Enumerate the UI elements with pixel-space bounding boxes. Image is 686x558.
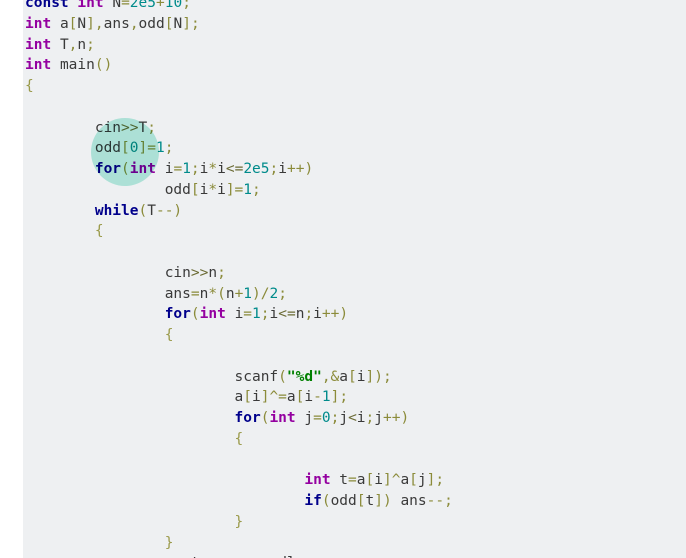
code-line: for(int j=0;j<i;j++) xyxy=(234,410,410,426)
code-line: odd[0]=1; xyxy=(94,140,174,157)
code-line: cout<<ans<<endl; xyxy=(23,553,686,558)
code-line: } xyxy=(164,534,174,551)
code-line: int t=a[i]^a[j]; xyxy=(304,472,445,489)
code-line: const int N=2e5+10; xyxy=(25,0,191,11)
code-line: for(int i=1;i<=n;i++) xyxy=(164,306,349,323)
code-line: { xyxy=(94,223,104,240)
code-line: int T,n; xyxy=(25,36,95,53)
code-line: { xyxy=(25,78,34,94)
code-line: if(odd[t]) ans--; xyxy=(304,493,453,509)
code-line: { xyxy=(234,430,244,447)
code-line: a[i]^=a[i-1]; xyxy=(234,389,349,406)
code-line: int a[N],ans,odd[N]; xyxy=(25,15,200,32)
code-line: cin>>n; xyxy=(164,264,226,281)
code-line: cin>>T; xyxy=(94,119,156,136)
code-line: } xyxy=(234,513,244,530)
code-line: while(T--) xyxy=(94,202,183,219)
code-line: ans=n*(n+1)/2; xyxy=(164,285,287,302)
code-screenshot: const int N=2e5+10; int a[N],ans,odd[N]; i… xyxy=(0,0,686,558)
source-code-block[interactable]: const int N=2e5+10; int a[N],ans,odd[N]; i… xyxy=(23,0,686,558)
code-editor-surface[interactable]: const int N=2e5+10; int a[N],ans,odd[N]; i… xyxy=(23,0,686,558)
code-line: odd[i*i]=1; xyxy=(164,181,261,198)
code-line: { xyxy=(164,327,174,343)
code-line: int main() xyxy=(25,57,113,74)
code-line: scanf("%d",&a[i]); xyxy=(234,368,392,385)
code-line: for(int i=1;i*i<=2e5;i++) xyxy=(94,161,314,177)
